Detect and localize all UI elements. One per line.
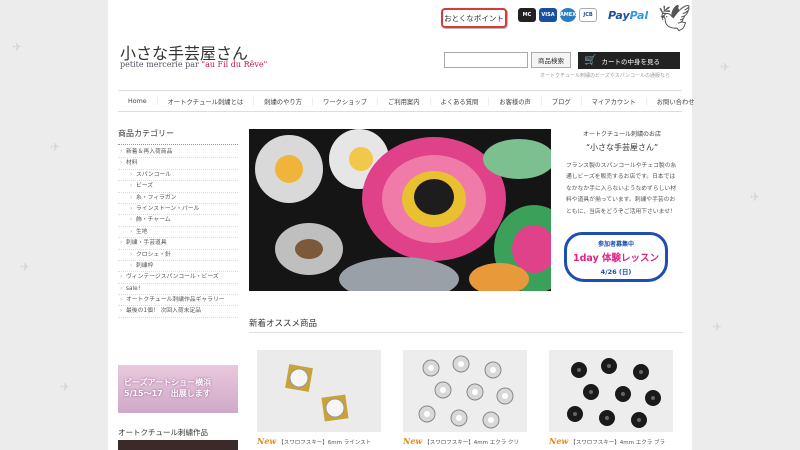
nav-faq[interactable]: よくある質問 bbox=[431, 96, 490, 106]
jcb-icon: JCB bbox=[579, 8, 597, 22]
cart-button[interactable]: 🛒 カートの中身を見る bbox=[578, 52, 680, 69]
product-card[interactable]: New 【スワロフスキー】6mm ラインスト bbox=[257, 350, 381, 446]
gallery-title: オートクチュール刺繍作品 bbox=[118, 428, 208, 437]
sidebar-title: 商品カテゴリー bbox=[118, 128, 238, 145]
shop-info-name: “小さな手芸屋さん” bbox=[585, 143, 659, 152]
product-caption[interactable]: New 【スワロフスキー】6mm ラインスト bbox=[257, 436, 381, 446]
sidebar-category-item[interactable]: スパンコール bbox=[118, 170, 238, 182]
product-card[interactable]: New 【スワロフスキー】4mm エクラ クリ bbox=[403, 350, 527, 446]
logo-sub-brand: "au Fil du Rêve" bbox=[201, 60, 268, 69]
new-label: New bbox=[549, 436, 569, 446]
cart-icon: 🛒 bbox=[584, 55, 597, 66]
cart-button-label: カートの中身を見る bbox=[601, 57, 660, 66]
logo-sub-prefix: petite mercerie par bbox=[120, 60, 202, 69]
banner-line1: ビーズアートショー横浜 bbox=[124, 378, 212, 387]
header-tagline: オートクチュール刺繍のビーズやスパンコールの通販なら bbox=[540, 73, 671, 79]
nav-how-to[interactable]: 刺繍のやり方 bbox=[254, 96, 313, 106]
sidebar-category-item[interactable]: 最後の1個！ 次回入荷未定品 bbox=[118, 306, 238, 318]
sidebar-category-item[interactable]: 生地 bbox=[118, 227, 238, 239]
hero-embroidery-image[interactable] bbox=[249, 129, 551, 291]
lesson-line2: 1day 体験レッスン bbox=[572, 253, 660, 264]
nav-contact[interactable]: お問い合わせ bbox=[647, 97, 705, 106]
shop-info-subtitle: オートクチュール刺繍のお店 bbox=[582, 131, 661, 138]
product-name: 【スワロフスキー】4mm エクラ クリ bbox=[424, 440, 520, 446]
section-divider bbox=[249, 332, 683, 333]
banner-line2: 5/15～17 出展します bbox=[124, 389, 211, 398]
new-label: New bbox=[257, 436, 277, 446]
lesson-line1: 参加者募集中 bbox=[597, 241, 634, 248]
bird-pattern-icon: ✈ bbox=[712, 320, 723, 334]
nav-blog[interactable]: ブログ bbox=[542, 96, 582, 106]
product-name: 【スワロフスキー】6mm ラインスト bbox=[278, 440, 372, 446]
sidebar-category-item[interactable]: ビーズ bbox=[118, 181, 238, 193]
product-image[interactable] bbox=[549, 350, 673, 432]
product-image[interactable] bbox=[257, 350, 381, 432]
gallery-image[interactable] bbox=[118, 440, 238, 450]
sidebar-category-item[interactable]: sale！ bbox=[118, 284, 238, 295]
bird-pattern-icon: ✈ bbox=[750, 190, 761, 204]
payment-icons: MC VISA AMEX JCB PayPal bbox=[518, 8, 648, 22]
product-illustration bbox=[257, 350, 381, 432]
product-illustration bbox=[403, 350, 527, 432]
paypal-text-b: Pal bbox=[629, 8, 649, 22]
nav-guide[interactable]: ご利用案内 bbox=[378, 96, 431, 106]
nav-home[interactable]: Home bbox=[118, 97, 158, 105]
swallow-icon: 🕊 bbox=[658, 4, 692, 34]
sidebar-category-item[interactable]: クロシェ・針 bbox=[118, 250, 238, 261]
search-input[interactable] bbox=[444, 52, 528, 68]
page-container: 小さな手芸屋さん petite mercerie par "au Fil du … bbox=[108, 0, 695, 450]
nav-my-account[interactable]: マイアカウント bbox=[582, 96, 647, 106]
main-nav: Home オートクチュール刺繍とは 刺繍のやり方 ワークショップ ご利用案内 よ… bbox=[118, 90, 695, 112]
sidebar-category-item[interactable]: ヴィンテージスパンコール・ビーズ bbox=[118, 272, 238, 284]
paypal-text-a: Pay bbox=[608, 8, 630, 22]
sidebar-category-item[interactable]: ラインストーン・パール bbox=[118, 204, 238, 216]
bird-pattern-icon: ✈ bbox=[50, 140, 61, 154]
shop-info-body: フランス製のスパンコールやチェコ製の糸通しビーズを販売するお店です。日本ではなか… bbox=[566, 163, 677, 215]
sidebar-category-item[interactable]: 糸・フィラガン bbox=[118, 193, 238, 204]
sidebar-category-item[interactable]: 刺繍枠 bbox=[118, 261, 238, 273]
product-illustration bbox=[549, 350, 673, 432]
lesson-banner[interactable]: 参加者募集中 1day 体験レッスン 4/26 (日) bbox=[564, 232, 668, 282]
nav-about-embroidery[interactable]: オートクチュール刺繍とは bbox=[158, 96, 255, 106]
sidebar-category-item[interactable]: 刺繍・手芸道具 bbox=[118, 238, 238, 250]
sidebar-category-item[interactable]: オートクチュール刺繍作品ギャラリー bbox=[118, 295, 238, 307]
paypal-icon: PayPal bbox=[608, 9, 648, 22]
new-label: New bbox=[403, 436, 423, 446]
nav-voices[interactable]: お客様の声 bbox=[489, 96, 542, 106]
product-image[interactable] bbox=[403, 350, 527, 432]
product-card[interactable]: New 【スワロフスキー】4mm エクラ ブラ bbox=[549, 350, 673, 446]
mastercard-icon: MC bbox=[518, 8, 536, 22]
product-caption[interactable]: New 【スワロフスキー】4mm エクラ ブラ bbox=[549, 436, 673, 446]
search-button[interactable]: 商品検索 bbox=[531, 52, 571, 68]
category-list: 新着＆再入荷商品材料スパンコールビーズ糸・フィラガンラインストーン・パール飾・チ… bbox=[118, 147, 238, 318]
bead-art-show-banner[interactable]: ビーズアートショー横浜 5/15～17 出展します bbox=[118, 365, 238, 413]
shop-info: オートクチュール刺繍のお店 “小さな手芸屋さん” フランス製のスパンコールやチェ… bbox=[560, 129, 684, 218]
bird-pattern-icon: ✈ bbox=[20, 260, 31, 274]
lesson-line3: 4/26 (日) bbox=[600, 268, 632, 276]
sidebar-category-item[interactable]: 材料 bbox=[118, 158, 238, 170]
bird-pattern-icon: ✈ bbox=[12, 40, 23, 54]
category-sidebar: 商品カテゴリー 新着＆再入荷商品材料スパンコールビーズ糸・フィラガンラインストー… bbox=[118, 128, 238, 318]
visa-icon: VISA bbox=[539, 8, 557, 22]
product-name: 【スワロフスキー】4mm エクラ ブラ bbox=[570, 440, 666, 446]
nav-workshop[interactable]: ワークショップ bbox=[313, 96, 379, 106]
hero-illustration bbox=[249, 129, 551, 291]
new-products-title: 新着オススメ商品 bbox=[249, 319, 318, 329]
sidebar-category-item[interactable]: 飾・チャーム bbox=[118, 215, 238, 227]
site-logo-subtitle: petite mercerie par "au Fil du Rêve" bbox=[120, 60, 267, 69]
sidebar-category-item[interactable]: 新着＆再入荷商品 bbox=[118, 147, 238, 159]
bird-pattern-icon: ✈ bbox=[60, 380, 71, 394]
product-caption[interactable]: New 【スワロフスキー】4mm エクラ クリ bbox=[403, 436, 527, 446]
points-badge[interactable]: おとくなポイント bbox=[441, 8, 507, 28]
bird-pattern-icon: ✈ bbox=[720, 60, 731, 74]
amex-icon: AMEX bbox=[560, 8, 576, 22]
